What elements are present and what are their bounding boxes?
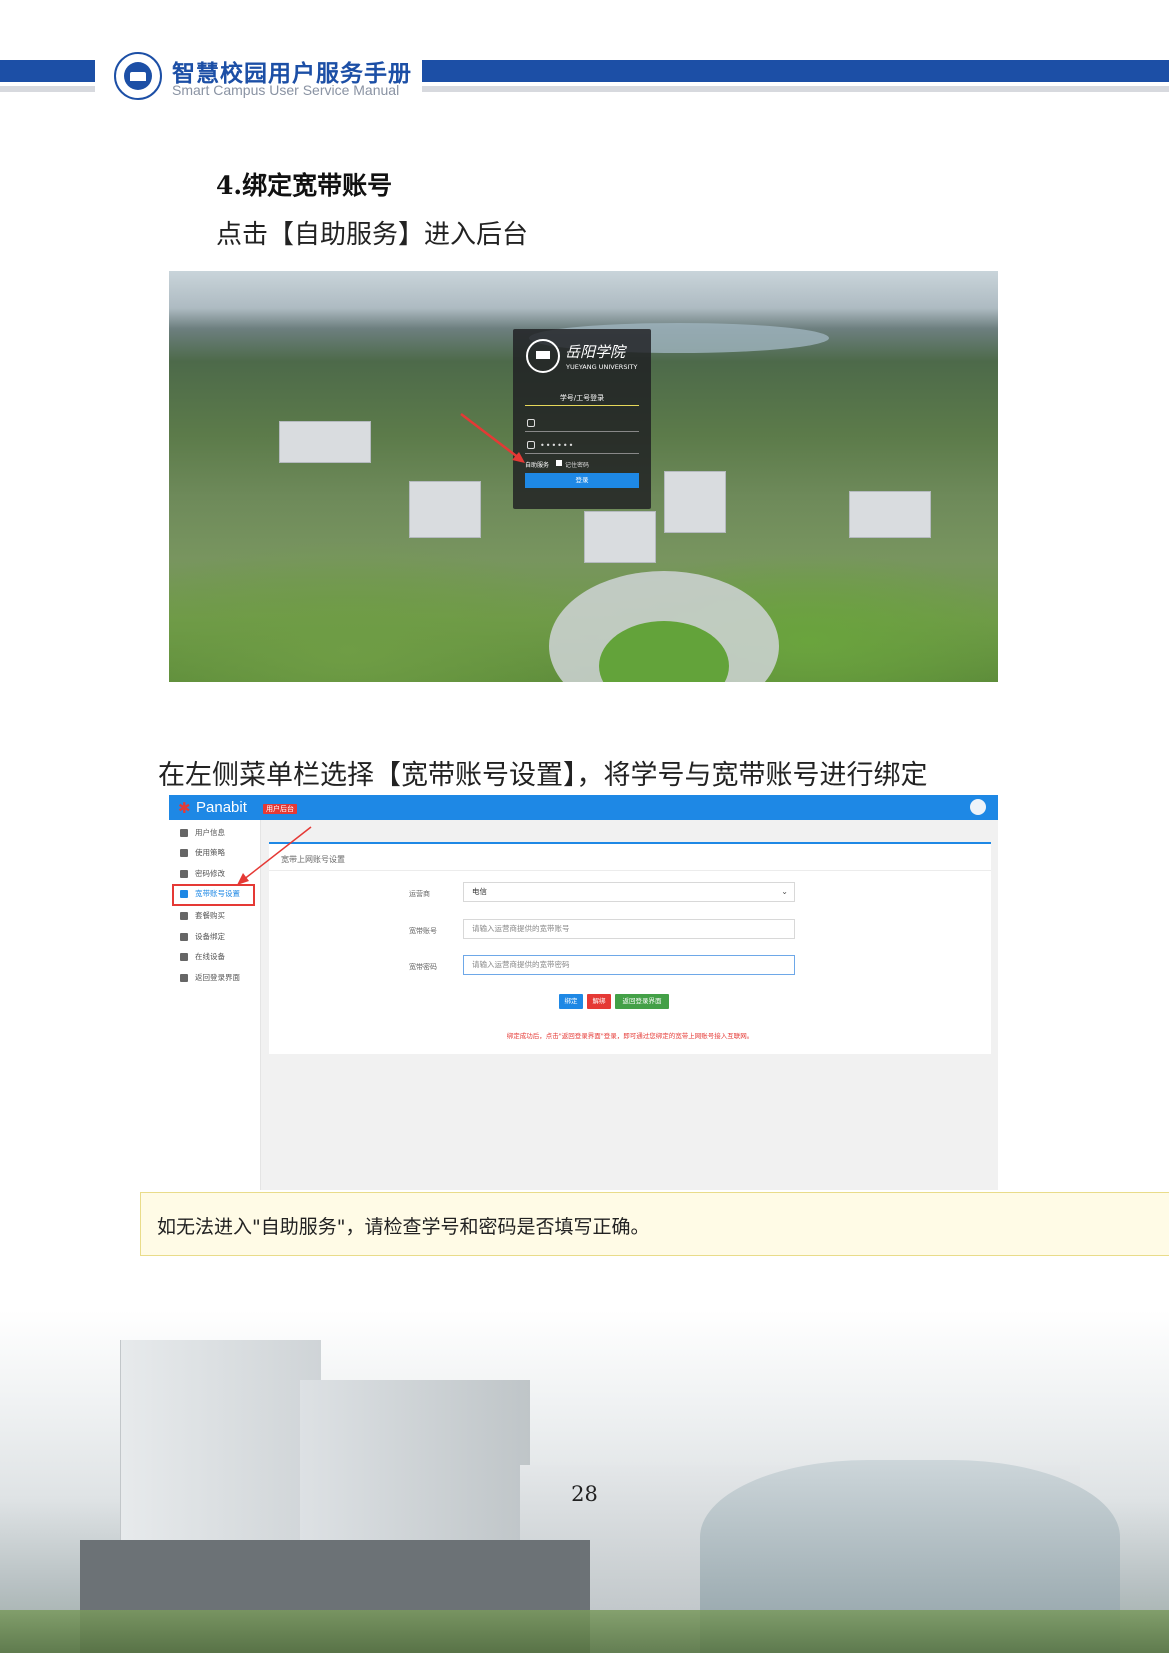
tip-box: 如无法进入"自助服务"，请检查学号和密码是否填写正确。	[140, 1192, 1169, 1256]
header-band-left-gray	[0, 86, 95, 92]
section-title: 4.绑定宽带账号	[216, 171, 393, 200]
university-emblem-icon	[114, 52, 162, 100]
login-page-screenshot: 岳阳学院 YUEYANG UNIVERSITY 学号/工号登录 •••••• 自…	[169, 271, 998, 682]
step-1-text: 点击【自助服务】进入后台	[216, 220, 529, 250]
panabit-screenshot: ✱ Panabit 用户后台 用户信息 使用策略 密码修改 宽带账号设置 套餐购…	[169, 795, 998, 1190]
manual-subtitle: Smart Campus User Service Manual	[172, 82, 400, 98]
header-band-left	[0, 60, 95, 82]
pointer-arrow	[237, 826, 312, 885]
header-band-right-gray	[422, 86, 1169, 92]
campus-trees	[0, 1610, 1169, 1653]
tip-text: 如无法进入"自助服务"，请检查学号和密码是否填写正确。	[157, 1216, 650, 1238]
header-band-right	[422, 60, 1169, 82]
pointer-arrow	[460, 413, 525, 463]
page-number: 28	[571, 1482, 598, 1506]
step-2-text: 在左侧菜单栏选择【宽带账号设置】，将学号与宽带账号进行绑定	[158, 760, 928, 791]
